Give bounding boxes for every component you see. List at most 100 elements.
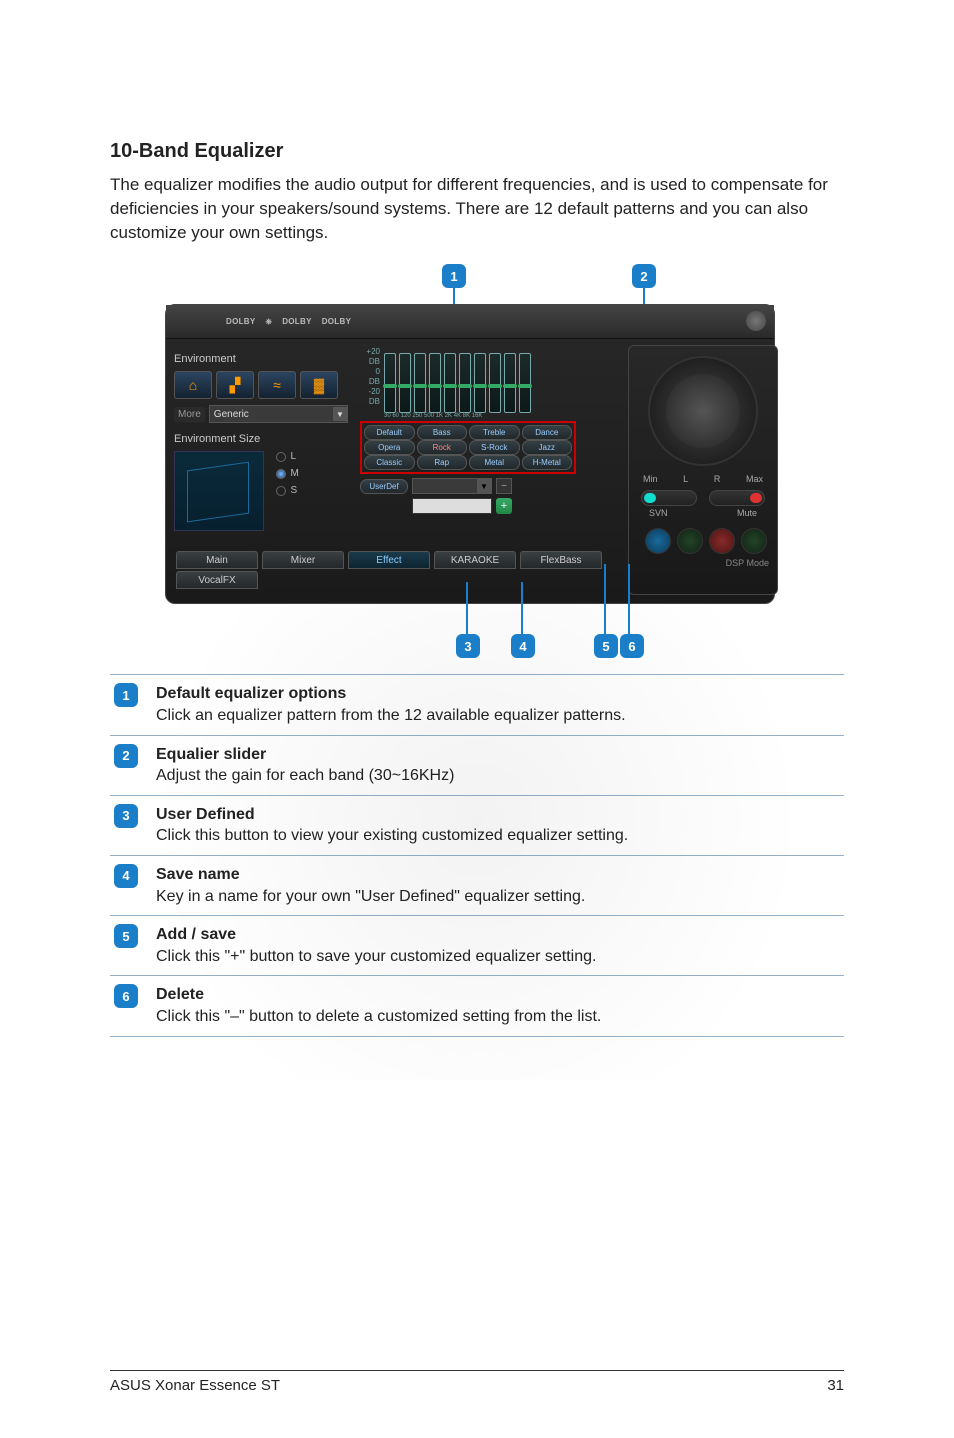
radio-icon [276, 452, 286, 462]
legend-num: 2 [114, 744, 138, 768]
tab-flexbass[interactable]: FlexBass [520, 551, 602, 569]
mute-toggle[interactable] [709, 490, 765, 506]
tab-mixer[interactable]: Mixer [262, 551, 344, 569]
environment-more-row: More Generic ▼ [174, 405, 348, 423]
callout-line [521, 582, 523, 634]
dsp-icon[interactable] [741, 528, 767, 554]
env-size-m[interactable]: M [276, 468, 298, 479]
radio-icon [276, 469, 286, 479]
toggle-labels: SVN Mute [637, 506, 769, 518]
callouts-top: 1 2 [110, 264, 844, 304]
env-size-s[interactable]: S [276, 485, 298, 496]
add-save-button[interactable]: + [496, 498, 512, 514]
min-label: Min [643, 474, 658, 484]
legend-text: Default equalizer optionsClick an equali… [156, 683, 626, 726]
preset-rap[interactable]: Rap [417, 455, 468, 470]
env-icon-home[interactable]: ⌂ [174, 371, 212, 399]
preset-default[interactable]: Default [364, 425, 415, 440]
eq-band-slider[interactable] [519, 353, 531, 413]
tab-main[interactable]: Main [176, 551, 258, 569]
userdef-select[interactable]: ▼ [412, 478, 492, 494]
eq-band-slider[interactable] [444, 353, 456, 413]
eq-frequency-labels: 30 60 120 250 500 1K 2K 4K 8K 16K [384, 413, 572, 419]
mute-label: Mute [737, 508, 757, 518]
legend-text: Add / saveClick this "+" button to save … [156, 924, 596, 967]
eq-band-slider[interactable] [384, 353, 396, 413]
eq-band-slider[interactable] [414, 353, 426, 413]
save-row: + [360, 498, 576, 514]
equalizer-sliders [384, 347, 572, 413]
tab-effect[interactable]: Effect [348, 551, 430, 569]
tab-bar-2: VocalFX [176, 571, 258, 589]
r-label: R [714, 474, 721, 484]
preset-treble[interactable]: Treble [469, 425, 520, 440]
delete-icon[interactable]: − [496, 478, 512, 494]
volume-knob[interactable] [648, 356, 758, 466]
tab-karaoke[interactable]: KARAOKE [434, 551, 516, 569]
eq-band-slider[interactable] [474, 353, 486, 413]
env-size-l[interactable]: L [276, 451, 298, 462]
preset-rock[interactable]: Rock [417, 440, 468, 455]
callout-6: 6 [620, 634, 644, 658]
dsp-icon[interactable] [645, 528, 671, 554]
legend-row: 6 DeleteClick this "–" button to delete … [110, 975, 844, 1036]
legend-row: 2 Equalier sliderAdjust the gain for eac… [110, 735, 844, 795]
preset-bass[interactable]: Bass [417, 425, 468, 440]
environment-icons: ⌂ ▞ ≈ ▓ [174, 371, 348, 399]
tab-bar: Main Mixer Effect KARAOKE FlexBass [176, 551, 602, 569]
close-icon[interactable] [746, 311, 766, 331]
panel-topbar: DOLBY ⎈ DOLBY DOLBY [166, 305, 774, 339]
eq-band-slider[interactable] [399, 353, 411, 413]
callout-4: 4 [511, 634, 535, 658]
legend-text: User DefinedClick this button to view yo… [156, 804, 628, 847]
page-footer: ASUS Xonar Essence ST 31 [110, 1370, 844, 1394]
equalizer-column: +20 DB 0 DB -20 DB [356, 339, 576, 541]
eq-band-slider[interactable] [459, 353, 471, 413]
dolby-logo: DOLBY [226, 317, 256, 326]
env-icon-bath[interactable]: ▞ [216, 371, 254, 399]
preset-classic[interactable]: Classic [364, 455, 415, 470]
env-icon-hall[interactable]: ≈ [258, 371, 296, 399]
l-label: L [683, 474, 688, 484]
volume-panel: Min L R Max SVN Mute DSP Mode [628, 345, 778, 595]
legend-num: 5 [114, 924, 138, 948]
callout-line [466, 582, 468, 634]
userdef-button[interactable]: UserDef [360, 479, 408, 494]
environment-size-title: Environment Size [174, 433, 348, 445]
preset-metal[interactable]: Metal [469, 455, 520, 470]
eq-band-slider[interactable] [429, 353, 441, 413]
tab-vocalfx[interactable]: VocalFX [176, 571, 258, 589]
callout-1: 1 [442, 264, 466, 288]
preset-hmetal[interactable]: H-Metal [522, 455, 573, 470]
environment-size-radios: L M S [276, 451, 298, 502]
legend-table: 1 Default equalizer optionsClick an equa… [110, 674, 844, 1036]
svn-toggle[interactable] [641, 490, 697, 506]
intro-paragraph: The equalizer modifies the audio output … [110, 173, 844, 244]
dsp-icon[interactable] [709, 528, 735, 554]
preset-jazz[interactable]: Jazz [522, 440, 573, 455]
environment-size-row: L M S [174, 451, 348, 531]
equalizer-presets-highlight: Default Bass Treble Dance Opera Rock S-R… [360, 421, 576, 474]
preset-srock[interactable]: S-Rock [469, 440, 520, 455]
legend-row: 1 Default equalizer optionsClick an equa… [110, 674, 844, 734]
environment-column: Environment ⌂ ▞ ≈ ▓ More Generic ▼ Envir… [166, 339, 356, 541]
preset-opera[interactable]: Opera [364, 440, 415, 455]
environment-title: Environment [174, 353, 348, 365]
preset-row: Opera Rock S-Rock Jazz [364, 440, 572, 455]
preset-dance[interactable]: Dance [522, 425, 573, 440]
svn-label: SVN [649, 508, 668, 518]
eq-band-slider[interactable] [489, 353, 501, 413]
document-page: 10-Band Equalizer The equalizer modifies… [0, 0, 954, 1438]
environment-select[interactable]: Generic ▼ [209, 405, 348, 423]
callout-line [628, 564, 630, 634]
environment-size-graphic [174, 451, 264, 531]
legend-text: DeleteClick this "–" button to delete a … [156, 984, 601, 1027]
env-icon-tunnel[interactable]: ▓ [300, 371, 338, 399]
legend-row: 5 Add / saveClick this "+" button to sav… [110, 915, 844, 975]
callout-3: 3 [456, 634, 480, 658]
dolby-logo: DOLBY [282, 317, 312, 326]
eq-band-slider[interactable] [504, 353, 516, 413]
save-name-input[interactable] [412, 498, 492, 514]
hf-icon[interactable] [677, 528, 703, 554]
radio-icon [276, 486, 286, 496]
